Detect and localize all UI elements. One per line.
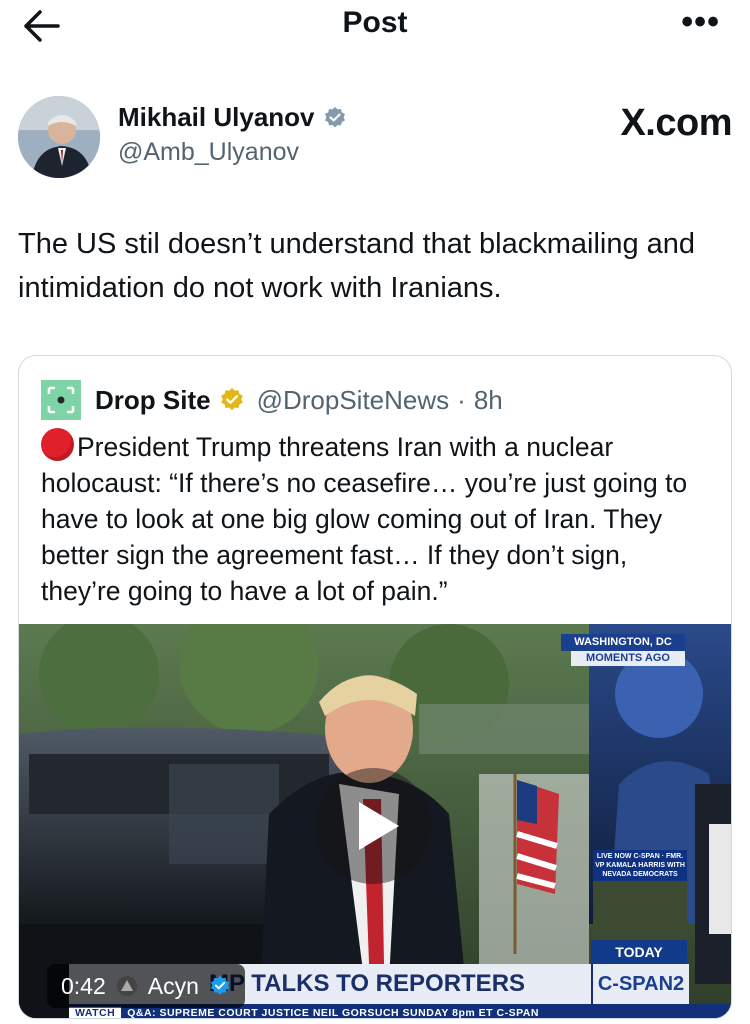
quoted-author-name[interactable]: Drop Site (95, 385, 211, 416)
play-icon (359, 802, 399, 850)
source-avatar-icon (116, 976, 137, 996)
video-player[interactable]: WASHINGTON, DC MOMENTS AGO LIVE NOW C-SP… (19, 624, 731, 1018)
post-author: Mikhail Ulyanov @Amb_Ulyanov X.com (18, 96, 732, 186)
live-bug: LIVE NOW C-SPAN · FMR. VP KAMALA HARRIS … (593, 850, 687, 881)
avatar[interactable] (18, 96, 100, 178)
quoted-post-text-body: President Trump threatens Iran with a nu… (41, 432, 688, 606)
author-name-text[interactable]: Mikhail Ulyanov (118, 102, 315, 133)
ticker-label: WATCH (69, 1007, 122, 1018)
quoted-post[interactable]: Drop Site @DropSiteNews · 8h President T… (18, 355, 732, 1019)
page-title: Post (342, 6, 408, 39)
quoted-post-text: President Trump threatens Iran with a nu… (41, 428, 709, 609)
video-duration: 0:42 (61, 972, 106, 999)
post-text: The US stil doesn’t understand that blac… (18, 228, 696, 304)
moments-ago-label: MOMENTS AGO (571, 651, 685, 666)
verified-badge-icon (220, 388, 243, 411)
separator: · (457, 384, 466, 415)
top-bar: Post ••• (0, 0, 750, 52)
location-label: WASHINGTON, DC (561, 634, 685, 651)
author-handle[interactable]: @Amb_Ulyanov (118, 138, 299, 167)
ticker-text: Q&A: SUPREME COURT JUSTICE NEIL GORSUCH … (127, 1007, 539, 1018)
verified-badge-icon (210, 975, 230, 995)
red-circle-emoji (41, 428, 74, 461)
site-watermark: X.com (620, 102, 732, 144)
video-source: Acyn (147, 972, 199, 999)
quoted-post-time[interactable]: 8h (474, 385, 503, 416)
verified-badge-icon (324, 106, 345, 127)
more-icon[interactable]: ••• (681, 5, 720, 39)
quoted-author-handle[interactable]: @DropSiteNews (257, 385, 450, 416)
quoted-post-header: Drop Site @DropSiteNews · 8h (41, 380, 503, 420)
video-duration-badge: 0:42 Acyn (47, 964, 245, 1008)
channel-label: C-SPAN2 (591, 964, 689, 1004)
today-label: TODAY (591, 940, 687, 964)
banner-text: MP TALKS TO REPORTERS (209, 970, 526, 997)
play-button[interactable] (315, 768, 431, 884)
dropsite-logo-icon[interactable] (41, 380, 81, 420)
author-name[interactable]: Mikhail Ulyanov (118, 102, 347, 133)
